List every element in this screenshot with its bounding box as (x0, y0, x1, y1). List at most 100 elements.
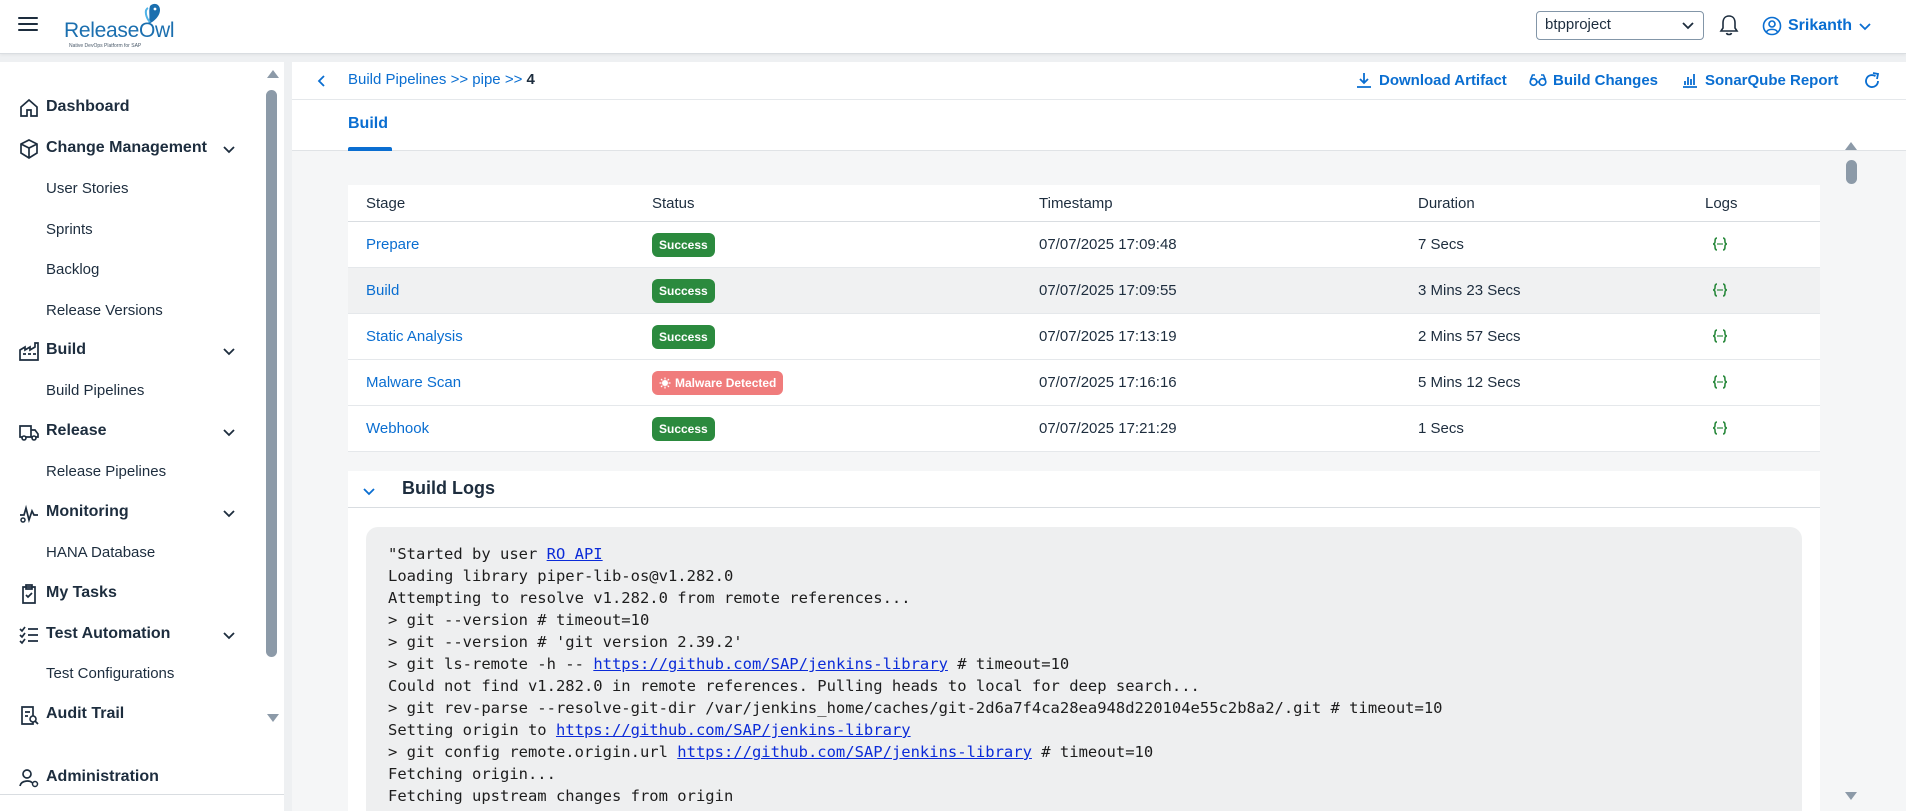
menu-icon[interactable] (18, 15, 40, 33)
logs-icon[interactable] (1711, 235, 1729, 253)
column-header-timestamp[interactable]: Timestamp (1039, 195, 1113, 212)
back-icon[interactable] (314, 73, 330, 89)
divider (0, 794, 284, 795)
chevron-down-icon[interactable] (362, 484, 376, 498)
user-name: Srikanth (1788, 17, 1853, 34)
project-select-value: btpproject (1545, 16, 1611, 33)
sidebar-item-monitoring[interactable]: Monitoring (0, 495, 260, 529)
scroll-down-icon[interactable] (266, 712, 280, 724)
clipboard-icon (22, 584, 36, 604)
repo-link[interactable]: https://github.com/SAP/jenkins-library (593, 655, 948, 673)
sidebar-item-my-tasks[interactable]: My Tasks (0, 576, 260, 610)
sidebar-item-user-stories[interactable]: User Stories (46, 180, 129, 197)
duration: 2 Mins 57 Secs (1418, 328, 1521, 345)
tab-build[interactable]: Build (348, 100, 388, 151)
sidebar-item-sprints[interactable]: Sprints (46, 221, 93, 238)
sonarqube-report-button[interactable]: SonarQube Report (1681, 71, 1838, 89)
column-header-duration[interactable]: Duration (1418, 195, 1475, 212)
logs-icon[interactable] (1711, 327, 1729, 345)
stage-link[interactable]: Build (366, 282, 399, 299)
breadcrumb-separator: >> (450, 71, 469, 88)
logs-icon[interactable] (1711, 419, 1729, 437)
sidebar-scroll-thumb[interactable] (266, 90, 277, 657)
project-select[interactable]: btpproject (1536, 11, 1704, 40)
column-header-status[interactable]: Status (652, 195, 695, 212)
duration: 3 Mins 23 Secs (1418, 282, 1521, 299)
status-badge-malware: Malware Detected (652, 371, 784, 395)
chevron-down-icon (223, 348, 235, 356)
breadcrumb-current: 4 (526, 71, 535, 88)
scroll-up-icon[interactable] (1844, 140, 1858, 152)
scroll-down-icon[interactable] (1844, 790, 1858, 802)
sidebar-item-label: Release (46, 422, 107, 439)
chevron-down-icon (223, 632, 235, 640)
sidebar-item-backlog[interactable]: Backlog (46, 261, 99, 278)
log-text: > git ls-remote -h -- (388, 655, 594, 673)
sidebar-item-hana-database[interactable]: HANA Database (46, 544, 155, 561)
scroll-up-icon[interactable] (266, 68, 280, 80)
stage-link[interactable]: Malware Scan (366, 374, 461, 391)
build-logs-panel: Build Logs "Started by user RO API Loadin… (348, 471, 1820, 811)
content-scrollbar[interactable] (1842, 140, 1858, 805)
refresh-icon[interactable] (1862, 71, 1882, 91)
content-scroll-thumb[interactable] (1846, 160, 1857, 184)
logo[interactable]: ReleaseOwl Native DevOps Platform for SA… (64, 2, 175, 50)
user-link[interactable]: RO API (547, 545, 603, 563)
table-row[interactable]: Static Analysis Success 07/07/2025 17:13… (348, 314, 1820, 360)
timestamp: 07/07/2025 17:21:29 (1039, 420, 1177, 437)
download-icon (1357, 73, 1371, 88)
chevron-down-icon (1859, 23, 1871, 31)
status-badge-label: Malware Detected (675, 376, 777, 390)
build-logs-header[interactable]: Build Logs (348, 471, 1820, 508)
column-header-logs: Logs (1705, 195, 1738, 212)
sonarqube-report-label: SonarQube Report (1705, 71, 1839, 89)
chevron-down-icon (223, 146, 235, 154)
table-row[interactable]: Build Success 07/07/2025 17:09:55 3 Mins… (348, 268, 1820, 314)
pulse-icon (20, 504, 38, 524)
stage-link[interactable]: Prepare (366, 236, 419, 253)
build-log-console[interactable]: "Started by user RO API Loading library p… (366, 527, 1802, 811)
sidebar-item-release[interactable]: Release (0, 414, 260, 448)
user-menu[interactable]: Srikanth (1762, 14, 1872, 38)
sidebar-item-test-configurations[interactable]: Test Configurations (46, 665, 174, 682)
logs-icon[interactable] (1711, 281, 1729, 299)
table-row[interactable]: Malware Scan Malware Detected 07/07/2025… (348, 360, 1820, 406)
logs-icon[interactable] (1711, 373, 1729, 391)
download-artifact-button[interactable]: Download Artifact (1355, 71, 1507, 89)
chevron-down-icon (1682, 22, 1694, 30)
timestamp: 07/07/2025 17:09:55 (1039, 282, 1177, 299)
sidebar-item-build-pipelines[interactable]: Build Pipelines (46, 382, 144, 399)
log-line: Attempting to resolve v1.282.0 from remo… (388, 589, 911, 607)
repo-link[interactable]: https://github.com/SAP/jenkins-library (677, 743, 1032, 761)
main-panel: Build Pipelines >> pipe >> 4 Download Ar… (292, 62, 1906, 811)
sidebar-item-build[interactable]: Build (0, 333, 260, 367)
breadcrumb-pipe[interactable]: pipe (472, 71, 500, 88)
table-row[interactable]: Prepare Success 07/07/2025 17:09:48 7 Se… (348, 222, 1820, 268)
log-line: > git rev-parse --resolve-git-dir /var/j… (388, 699, 1443, 717)
factory-icon (19, 342, 39, 361)
sidebar-item-label: Build (46, 341, 86, 358)
sidebar-item-label: Change Management (46, 139, 207, 156)
column-header-stage[interactable]: Stage (366, 195, 405, 212)
sidebar-item-change-management[interactable]: Change Management (0, 131, 260, 165)
log-line: Fetching upstream changes from origin (388, 787, 734, 805)
sidebar-item-release-versions[interactable]: Release Versions (46, 302, 163, 319)
sidebar-item-release-pipelines[interactable]: Release Pipelines (46, 463, 166, 480)
user-avatar-icon (1762, 16, 1782, 36)
table-row[interactable]: Webhook Success 07/07/2025 17:21:29 1 Se… (348, 406, 1820, 452)
breadcrumb-build-pipelines[interactable]: Build Pipelines (348, 71, 446, 88)
stage-link[interactable]: Webhook (366, 420, 429, 437)
sidebar-item-test-automation[interactable]: Test Automation (0, 617, 260, 651)
log-text: # timeout=10 (1031, 743, 1154, 761)
sidebar-item-audit-trail[interactable]: Audit Trail (0, 697, 260, 731)
sidebar-item-administration[interactable]: Administration (0, 760, 260, 794)
bell-icon[interactable] (1718, 13, 1740, 37)
breadcrumb-separator: >> (504, 71, 523, 88)
home-icon (20, 98, 38, 117)
log-text: > git config remote.origin.url (388, 743, 678, 761)
repo-link[interactable]: https://github.com/SAP/jenkins-library (556, 721, 911, 739)
sidebar-item-dashboard[interactable]: Dashboard (0, 90, 260, 124)
stage-link[interactable]: Static Analysis (366, 328, 463, 345)
chevron-down-icon (223, 429, 235, 437)
build-changes-button[interactable]: Build Changes (1529, 71, 1658, 89)
